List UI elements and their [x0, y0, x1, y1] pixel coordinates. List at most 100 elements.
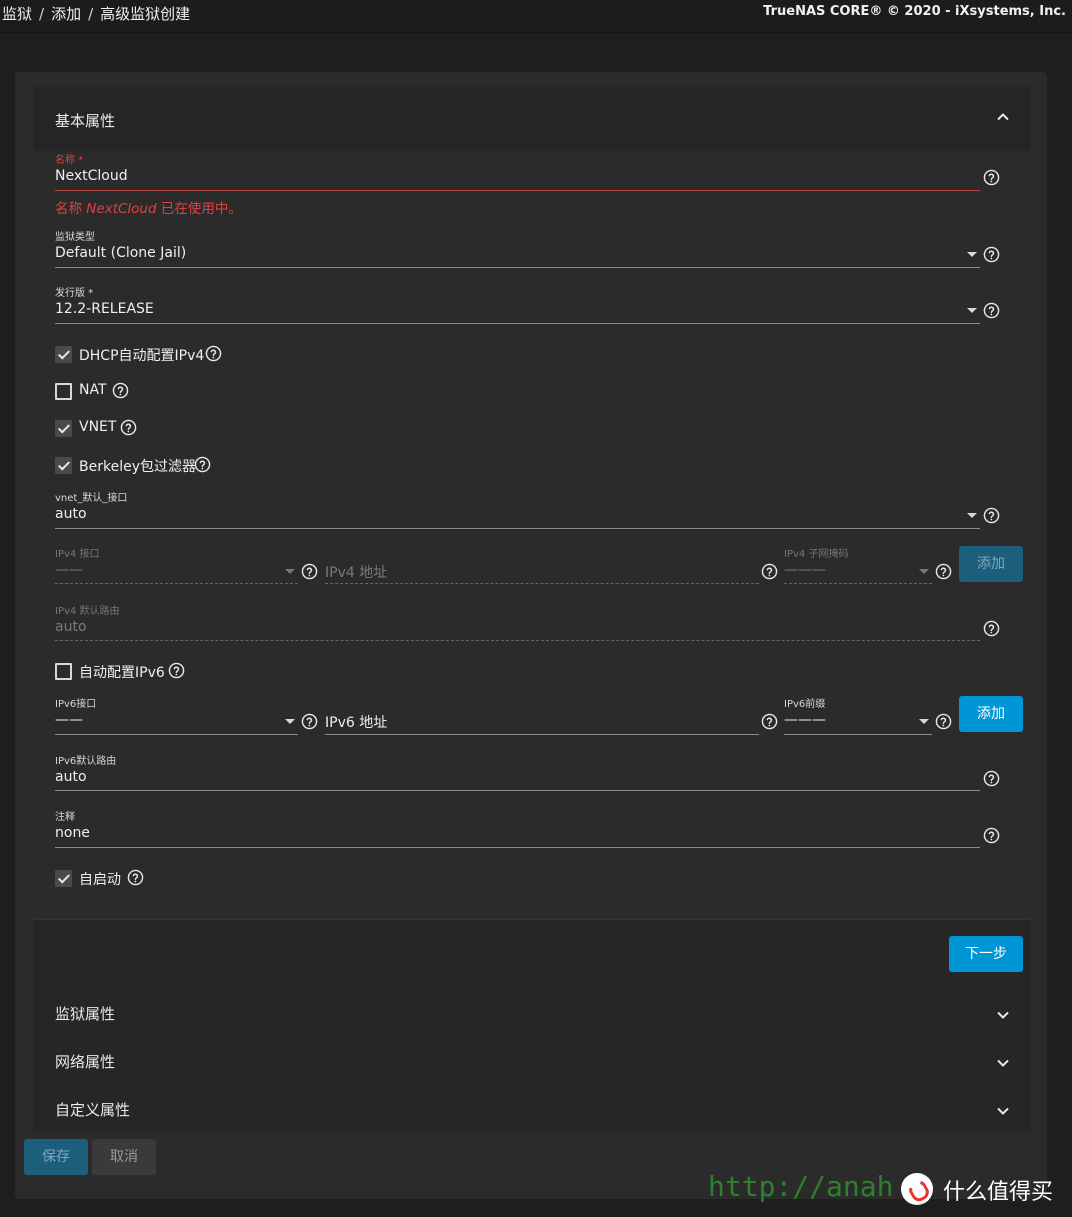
ipv6-prefix-underline: [784, 734, 932, 735]
cancel-button[interactable]: 取消: [92, 1139, 156, 1175]
name-label: 名称 *: [55, 155, 84, 166]
help-icon[interactable]: [127, 869, 144, 886]
panel-custom-title: 自定义属性: [55, 1101, 131, 1119]
help-icon[interactable]: [983, 827, 1000, 844]
dropdown-arrow-icon[interactable]: [919, 569, 929, 574]
step-actions: 下一步: [33, 919, 1031, 990]
help-icon[interactable]: [194, 456, 211, 473]
nat-checkbox[interactable]: [55, 383, 72, 400]
chevron-down-icon: [995, 1055, 1011, 1071]
help-icon[interactable]: [935, 563, 952, 580]
breadcrumb-advanced: 高级监狱创建: [100, 5, 191, 23]
help-icon[interactable]: [112, 382, 129, 399]
basic-properties-form: 名称 * NextCloud 名称 NextCloud 已在使用中。 监狱类型 …: [33, 151, 1031, 919]
vnet-iface-label: vnet_默认_接口: [55, 493, 128, 504]
help-icon[interactable]: [983, 770, 1000, 787]
watermark-logo-icon: [901, 1173, 933, 1205]
next-button[interactable]: 下一步: [949, 936, 1023, 972]
autostart-label: 自启动: [79, 872, 121, 888]
help-icon[interactable]: [983, 246, 1000, 263]
top-bar: 监狱 / 添加 / 高级监狱创建 TrueNAS CORE® © 2020 - iXsy…: [0, 0, 1072, 33]
jail-type-underline: [55, 267, 980, 268]
auto-ipv6-checkbox[interactable]: [55, 663, 72, 680]
help-icon[interactable]: [983, 507, 1000, 524]
ipv6-address-underline: [325, 734, 759, 735]
nat-label: NAT: [79, 382, 107, 398]
ipv4-add-button[interactable]: 添加: [959, 546, 1023, 582]
dhcp-label: DHCP自动配置IPv4: [79, 348, 205, 364]
name-error: 名称 NextCloud 已在使用中。: [55, 201, 242, 217]
help-icon[interactable]: [301, 713, 318, 730]
help-icon[interactable]: [761, 563, 778, 580]
ipv6-route-label: IPv6默认路由: [55, 756, 117, 767]
ipv4-mask-select[interactable]: ———: [784, 562, 826, 578]
help-icon[interactable]: [935, 713, 952, 730]
chevron-down-icon: [995, 1007, 1011, 1023]
dropdown-arrow-icon[interactable]: [967, 252, 977, 257]
notes-label: 注释: [55, 812, 75, 823]
vnet-iface-select[interactable]: auto: [55, 506, 87, 522]
dropdown-arrow-icon[interactable]: [285, 569, 295, 574]
panel-basic-title: 基本属性: [55, 112, 116, 130]
release-label: 发行版 *: [55, 288, 94, 299]
panel-basic-header[interactable]: 基本属性: [33, 87, 1031, 151]
ipv4-iface-label: IPv4 接口: [55, 549, 100, 560]
dropdown-arrow-icon[interactable]: [967, 308, 977, 313]
ipv6-route-input[interactable]: auto: [55, 769, 87, 785]
dropdown-arrow-icon[interactable]: [919, 719, 929, 724]
panel-network-header[interactable]: 网络属性: [33, 1037, 1031, 1085]
ipv4-route-underline: [55, 640, 980, 641]
help-icon[interactable]: [761, 713, 778, 730]
dropdown-arrow-icon[interactable]: [285, 719, 295, 724]
help-icon[interactable]: [120, 419, 137, 436]
help-icon[interactable]: [205, 345, 222, 362]
release-underline: [55, 323, 980, 324]
chevron-down-icon: [995, 1103, 1011, 1119]
help-icon[interactable]: [301, 563, 318, 580]
ipv6-address-input[interactable]: IPv6 地址: [325, 712, 387, 732]
copyright-text: TrueNAS CORE® © 2020 - iXsystems, Inc.: [763, 4, 1066, 19]
ipv6-prefix-select[interactable]: ———: [784, 712, 826, 728]
ipv6-route-underline: [55, 790, 980, 791]
breadcrumb-jails[interactable]: 监狱: [2, 5, 32, 23]
watermark-brand: 什么值得买: [943, 1180, 1054, 1205]
jail-type-select[interactable]: Default (Clone Jail): [55, 245, 186, 261]
release-select[interactable]: 12.2-RELEASE: [55, 301, 154, 317]
dhcp-checkbox[interactable]: [55, 346, 72, 363]
dropdown-arrow-icon[interactable]: [967, 513, 977, 518]
autostart-checkbox[interactable]: [55, 870, 72, 887]
breadcrumb-add[interactable]: 添加: [51, 5, 81, 23]
vnet-iface-underline: [55, 528, 980, 529]
vnet-checkbox[interactable]: [55, 420, 72, 437]
ipv6-iface-select[interactable]: ——: [55, 712, 83, 728]
ipv4-address-input[interactable]: IPv4 地址: [325, 562, 387, 582]
name-input[interactable]: NextCloud: [55, 168, 128, 184]
bpf-checkbox[interactable]: [55, 457, 72, 474]
breadcrumb: 监狱 / 添加 / 高级监狱创建: [2, 5, 191, 23]
help-icon[interactable]: [983, 302, 1000, 319]
watermark-url: http://anah: [708, 1170, 894, 1203]
auto-ipv6-label: 自动配置IPv6: [79, 665, 165, 681]
ipv4-address-underline: [325, 583, 759, 584]
bpf-label: Berkeley包过滤器: [79, 459, 196, 475]
notes-input[interactable]: none: [55, 825, 90, 841]
help-icon[interactable]: [168, 662, 185, 679]
save-button[interactable]: 保存: [24, 1139, 88, 1175]
ipv6-iface-label: IPv6接口: [55, 699, 97, 710]
ipv6-prefix-label: IPv6前缀: [784, 699, 826, 710]
ipv6-add-button[interactable]: 添加: [959, 696, 1023, 732]
panel-network-title: 网络属性: [55, 1053, 116, 1071]
ipv4-route-input[interactable]: auto: [55, 619, 87, 635]
jail-type-label: 监狱类型: [55, 232, 95, 243]
ipv4-mask-label: IPv4 子网掩码: [784, 549, 849, 560]
panel-jail-title: 监狱属性: [55, 1005, 116, 1023]
help-icon[interactable]: [983, 620, 1000, 637]
chevron-up-icon: [995, 109, 1011, 125]
panel-jail-header[interactable]: 监狱属性: [33, 989, 1031, 1037]
ipv4-route-label: IPv4 默认路由: [55, 606, 120, 617]
ipv6-iface-underline: [55, 734, 298, 735]
help-icon[interactable]: [983, 169, 1000, 186]
notes-underline: [55, 847, 980, 848]
ipv4-iface-select[interactable]: ——: [55, 562, 83, 578]
panel-custom-header[interactable]: 自定义属性: [33, 1085, 1031, 1133]
